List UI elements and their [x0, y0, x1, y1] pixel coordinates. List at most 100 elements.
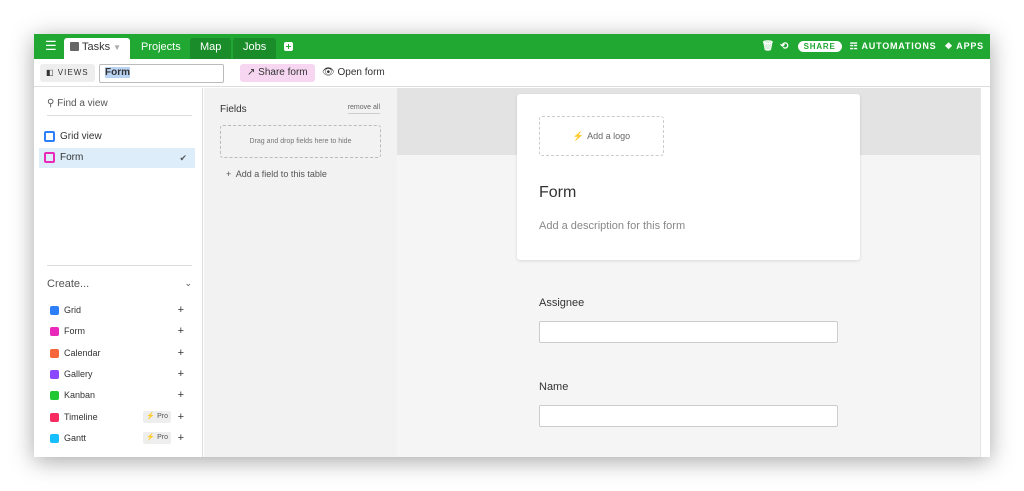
plus-icon[interactable]: +: [178, 409, 184, 425]
dropzone-text: Drag and drop fields here to hide: [249, 138, 352, 145]
create-form[interactable]: Form +: [50, 323, 184, 339]
remove-all-button[interactable]: remove all: [347, 104, 380, 114]
create-kanban[interactable]: Kanban +: [50, 387, 184, 403]
pro-label: Pro: [157, 434, 168, 441]
question-label-name: Name: [539, 381, 569, 393]
create-section[interactable]: Create... ⌄: [47, 265, 192, 290]
gantt-icon: [50, 434, 59, 443]
external-link-icon: ↗: [247, 67, 256, 78]
tab-label: Tasks: [82, 41, 111, 53]
app-window: ☰ Tasks ▼ Projects Map Jobs 🗑 ⟲ SHARE ☶ A…: [34, 34, 990, 457]
apps-icon: ❖: [944, 41, 954, 51]
share-form-label: Share form: [258, 67, 308, 78]
create-calendar[interactable]: Calendar +: [50, 345, 184, 361]
apps-button[interactable]: ❖ APPS: [944, 41, 984, 52]
add-table-icon[interactable]: [284, 42, 293, 51]
create-label: Gallery: [64, 369, 93, 379]
name-field[interactable]: [539, 405, 838, 427]
plus-icon: +: [226, 169, 232, 179]
tab-projects[interactable]: Projects: [131, 38, 191, 59]
search-icon: ⚲: [47, 98, 55, 109]
add-logo-label: Add a logo: [587, 131, 631, 141]
tab-tasks[interactable]: Tasks ▼: [64, 38, 130, 59]
calendar-icon: [50, 349, 59, 358]
find-view-placeholder: Find a view: [57, 98, 108, 109]
views-toggle-button[interactable]: ◧ VIEWS: [40, 64, 95, 82]
tab-map[interactable]: Map: [190, 38, 232, 59]
scrollbar[interactable]: [980, 88, 990, 457]
form-description[interactable]: Add a description for this form: [539, 220, 685, 232]
create-grid[interactable]: Grid +: [50, 302, 184, 318]
create-gallery[interactable]: Gallery +: [50, 366, 184, 382]
plus-icon[interactable]: +: [178, 302, 184, 318]
grid-icon: [50, 306, 59, 315]
chevron-down-icon[interactable]: ⌄: [184, 278, 192, 289]
create-label: Grid: [64, 305, 82, 315]
assignee-field[interactable]: [539, 321, 838, 343]
pro-label: Pro: [157, 413, 168, 420]
form-title[interactable]: Form: [539, 184, 576, 202]
plus-icon[interactable]: +: [178, 387, 184, 403]
view-label: Grid view: [60, 131, 102, 142]
create-label: Form: [64, 326, 85, 336]
open-form-label: Open form: [337, 67, 385, 78]
kanban-icon: [50, 391, 59, 400]
views-sidebar: ⚲ Find a view Grid view Form ✔ Create...…: [34, 88, 203, 457]
share-button[interactable]: SHARE: [797, 41, 842, 52]
table-icon: [70, 42, 79, 51]
open-form-button[interactable]: 👁 Open form: [322, 64, 385, 82]
history-icon[interactable]: ⟲: [780, 41, 790, 52]
tab-label: Map: [200, 41, 222, 53]
plus-icon[interactable]: +: [178, 323, 184, 339]
chevron-down-icon[interactable]: ▼: [113, 43, 121, 52]
automations-label: AUTOMATIONS: [861, 41, 937, 51]
create-label: Timeline: [64, 412, 98, 422]
view-label: Form: [60, 152, 84, 163]
automations-icon: ☶: [849, 41, 859, 51]
create-label: Kanban: [64, 390, 96, 400]
form-icon: [44, 152, 55, 163]
tab-jobs[interactable]: Jobs: [233, 38, 277, 59]
hidden-fields-dropzone[interactable]: Drag and drop fields here to hide: [220, 125, 381, 158]
create-label: Create...: [47, 278, 90, 290]
timeline-icon: [50, 413, 59, 422]
bolt-icon: ⚡: [146, 434, 156, 441]
plus-icon[interactable]: +: [178, 430, 184, 446]
add-field-label: Add a field to this table: [235, 169, 327, 179]
create-timeline[interactable]: Timeline ⚡ Pro +: [50, 409, 184, 425]
grid-icon: [44, 131, 55, 142]
sidebar-toggle-icon: ◧: [46, 68, 55, 77]
fields-title: Fields: [220, 104, 247, 115]
trash-icon[interactable]: 🗑: [762, 41, 775, 52]
sidebar-item-grid-view[interactable]: Grid view: [39, 127, 195, 147]
form-canvas: ⚡ Add a logo Form Add a description for t…: [397, 88, 980, 457]
create-label: Gantt: [64, 433, 87, 443]
create-gantt[interactable]: Gantt ⚡ Pro +: [50, 430, 184, 446]
add-field-button[interactable]: + Add a field to this table: [226, 169, 327, 179]
view-bar: ◧ VIEWS Form ↗ Share form 👁 Open form: [34, 59, 990, 87]
share-form-button[interactable]: ↗ Share form: [240, 64, 315, 82]
apps-label: APPS: [956, 41, 984, 51]
fields-panel: Fields remove all Drag and drop fields h…: [204, 88, 397, 457]
form-header-card: ⚡ Add a logo Form Add a description for t…: [517, 94, 860, 260]
view-name-text: Form: [105, 67, 130, 78]
automations-button[interactable]: ☶ AUTOMATIONS: [850, 41, 937, 52]
pro-badge: ⚡ Pro: [143, 432, 171, 444]
tab-label: Jobs: [243, 41, 267, 53]
views-label: VIEWS: [57, 68, 89, 77]
check-icon: ✔: [179, 153, 187, 163]
plus-icon[interactable]: +: [178, 366, 184, 382]
top-bar: ☰ Tasks ▼ Projects Map Jobs 🗑 ⟲ SHARE ☶ A…: [34, 34, 990, 59]
eye-icon: 👁: [322, 67, 335, 78]
gallery-icon: [50, 370, 59, 379]
plus-icon[interactable]: +: [178, 345, 184, 361]
create-label: Calendar: [64, 348, 101, 358]
find-view-input[interactable]: ⚲ Find a view: [47, 98, 192, 116]
view-name-input[interactable]: Form: [99, 64, 224, 83]
tab-label: Projects: [141, 41, 181, 53]
sidebar-item-form[interactable]: Form ✔: [39, 148, 195, 168]
bolt-icon: ⚡: [572, 131, 585, 141]
hamburger-icon[interactable]: ☰: [45, 38, 57, 54]
add-logo-button[interactable]: ⚡ Add a logo: [539, 116, 664, 156]
pro-badge: ⚡ Pro: [143, 411, 171, 423]
